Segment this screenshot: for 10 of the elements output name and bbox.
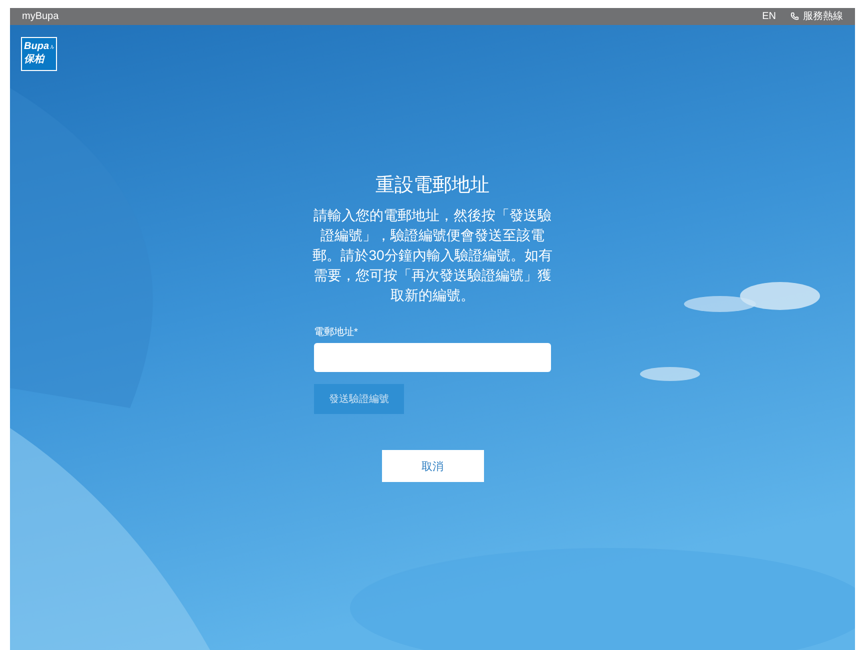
instructions-text: 請輸入您的電郵地址，然後按「發送驗證編號」，驗證編號便會發送至該電郵。請於30分鐘內輸入驗證編號。如有需要，您可按「再次發送驗證編號」獲取新的編號。: [312, 206, 552, 305]
brand-name[interactable]: myBupa: [22, 8, 59, 25]
language-link[interactable]: EN: [762, 8, 776, 25]
cancel-button[interactable]: 取消: [382, 450, 484, 482]
logo: Bupa 保柏: [21, 37, 57, 71]
hotline-link[interactable]: 服務熱線: [803, 8, 843, 25]
email-label: 電郵地址*: [314, 327, 359, 339]
phone-icon: [790, 12, 799, 21]
email-input[interactable]: [314, 343, 551, 372]
page-title: 重設電郵地址: [376, 174, 490, 198]
